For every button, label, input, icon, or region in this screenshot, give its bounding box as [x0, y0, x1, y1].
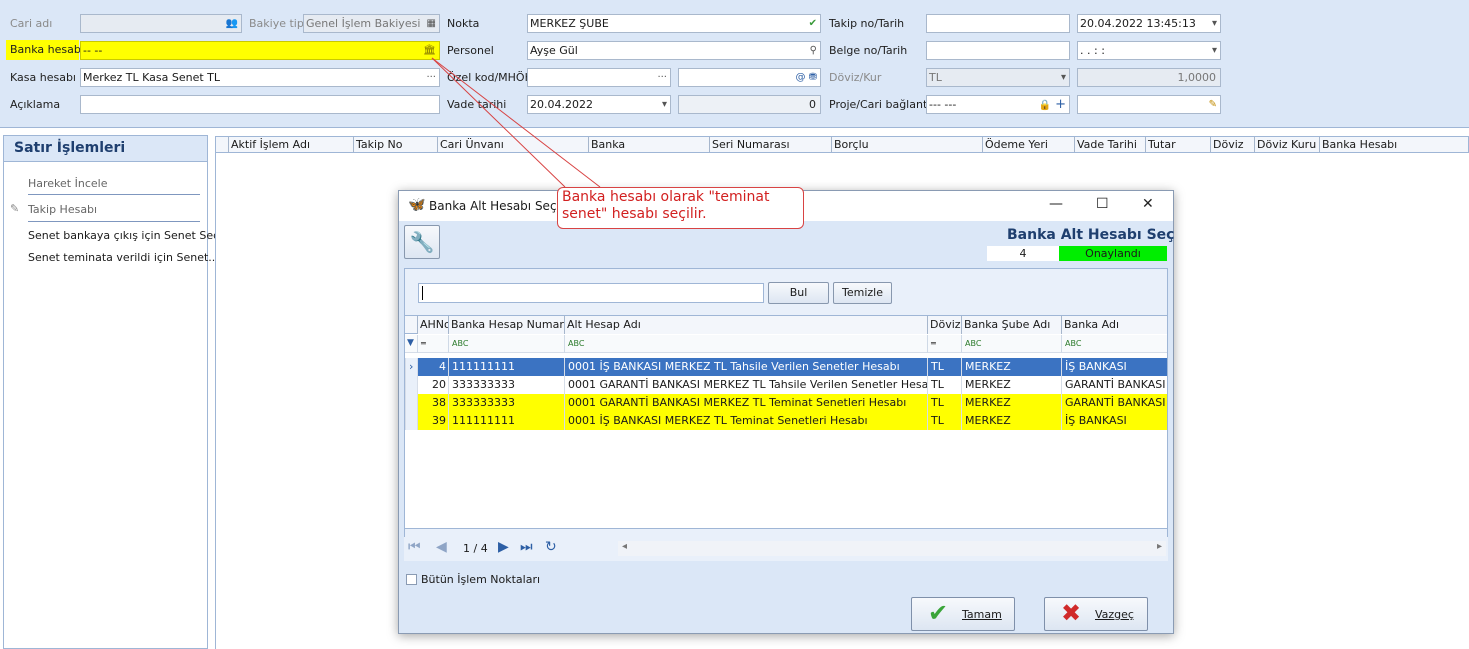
cell-doviz: TL — [927, 358, 962, 376]
pager-text: 1 / 4 — [463, 542, 488, 555]
dialog-header-title: Banka Alt Hesabı Seç — [1007, 227, 1175, 243]
row-indicator — [405, 412, 417, 430]
cell-sube: MERKEZ — [961, 412, 1062, 430]
prev-page-icon[interactable]: ◀ — [436, 539, 447, 555]
cell-doviz: TL — [927, 394, 962, 412]
next-page-icon[interactable]: ▶ — [498, 539, 509, 555]
cell-alt-hesap: 0001 GARANTİ BANKASI MERKEZ TL Teminat S… — [564, 394, 928, 412]
first-page-icon[interactable]: ⏮ — [408, 539, 421, 555]
table-row[interactable]: 38 333333333 0001 GARANTİ BANKASI MERKEZ… — [405, 394, 1167, 412]
col-doviz[interactable]: Döviz — [927, 316, 962, 334]
find-button[interactable]: Bul — [768, 282, 829, 304]
filter-text-icon[interactable]: ABC — [448, 335, 565, 353]
cell-ahno: 4 — [417, 358, 449, 376]
maximize-icon[interactable]: ☐ — [1096, 196, 1109, 212]
filter-icon[interactable]: ▼ — [407, 338, 414, 348]
cell-hesap-no: 333333333 — [448, 376, 565, 394]
col-banka-hesap-no[interactable]: Banka Hesap Numarası — [448, 316, 565, 334]
cell-banka: İŞ BANKASI — [1061, 412, 1167, 430]
cancel-button[interactable]: ✖ Vazgeç — [1044, 597, 1148, 631]
table-row[interactable]: › 4 111111111 0001 İŞ BANKASI MERKEZ TL … — [405, 358, 1167, 376]
cell-ahno: 38 — [417, 394, 449, 412]
all-points-checkbox[interactable] — [406, 574, 417, 585]
cell-ahno: 20 — [417, 376, 449, 394]
filter-text-icon[interactable]: ABC — [961, 335, 1062, 353]
sub-accounts-grid: AHNo Banka Hesap Numarası Alt Hesap Adı … — [404, 315, 1168, 529]
cell-doviz: TL — [927, 412, 962, 430]
filter-doviz[interactable]: ═ — [927, 335, 962, 353]
cell-ahno: 39 — [417, 412, 449, 430]
search-input[interactable] — [418, 283, 764, 303]
cell-sube: MERKEZ — [961, 394, 1062, 412]
filter-text-icon[interactable]: ABC — [564, 335, 928, 353]
cell-hesap-no: 111111111 — [448, 358, 565, 376]
row-indicator — [405, 376, 417, 394]
filter-ahno[interactable]: ═ — [417, 335, 449, 353]
cell-alt-hesap: 0001 İŞ BANKASI MERKEZ TL Teminat Senetl… — [564, 412, 928, 430]
minimize-icon[interactable]: — — [1049, 196, 1063, 212]
cell-banka: İŞ BANKASI — [1061, 358, 1167, 376]
refresh-icon[interactable]: ↻ — [545, 539, 557, 555]
col-sube-adi[interactable]: Banka Şube Adı — [961, 316, 1062, 334]
cell-doviz: TL — [927, 376, 962, 394]
last-page-icon[interactable]: ⏭ — [520, 539, 533, 555]
filter-text-icon[interactable]: ABC — [1061, 335, 1167, 353]
cancel-label: Vazgeç — [1095, 608, 1134, 621]
cell-banka: GARANTİ BANKASI — [1061, 376, 1167, 394]
cell-sube: MERKEZ — [961, 376, 1062, 394]
row-indicator-icon: › — [405, 358, 417, 376]
ok-label: Tamam — [962, 608, 1002, 621]
scroll-left-icon[interactable]: ◂ — [622, 541, 627, 552]
cross-icon: ✖ — [1061, 599, 1082, 627]
text-cursor — [422, 286, 423, 300]
table-row[interactable]: 20 333333333 0001 GARANTİ BANKASI MERKEZ… — [405, 376, 1167, 394]
col-alt-hesap-adi[interactable]: Alt Hesap Adı — [564, 316, 928, 334]
close-icon[interactable]: ✕ — [1142, 196, 1154, 212]
all-points-label: Bütün İşlem Noktaları — [421, 573, 541, 586]
col-ahno[interactable]: AHNo — [417, 316, 449, 334]
record-count: 4 — [987, 246, 1059, 261]
cell-banka: GARANTİ BANKASI — [1061, 394, 1167, 412]
cell-hesap-no: 333333333 — [448, 394, 565, 412]
annotation-callout: Banka hesabı olarak "teminat senet" hesa… — [557, 187, 804, 229]
cell-alt-hesap: 0001 GARANTİ BANKASI MERKEZ TL Tahsile V… — [564, 376, 928, 394]
horizontal-scrollbar[interactable]: ◂ ▸ — [618, 541, 1166, 556]
grid-navigator: ⏮ ◀ 1 / 4 ▶ ⏭ ↻ ◂ ▸ — [404, 537, 1168, 561]
row-indicator — [405, 394, 417, 412]
ok-button[interactable]: ✔ Tamam — [911, 597, 1015, 631]
dialog-title: Banka Alt Hesabı Seç — [429, 199, 557, 213]
scroll-right-icon[interactable]: ▸ — [1157, 541, 1162, 552]
cell-sube: MERKEZ — [961, 358, 1062, 376]
table-row[interactable]: 39 111111111 0001 İŞ BANKASI MERKEZ TL T… — [405, 412, 1167, 430]
cell-hesap-no: 111111111 — [448, 412, 565, 430]
butterfly-icon: 🦋 — [408, 197, 426, 213]
settings-wrench-icon[interactable]: 🔧 — [404, 225, 440, 259]
status-badge: Onaylandı — [1059, 246, 1167, 261]
checkmark-icon: ✔ — [928, 599, 949, 627]
banka-alt-hesap-dialog: 🦋 Banka Alt Hesabı Seç — ☐ ✕ 🔧 Banka Alt… — [398, 190, 1174, 634]
clear-button[interactable]: Temizle — [833, 282, 892, 304]
cell-alt-hesap: 0001 İŞ BANKASI MERKEZ TL Tahsile Verile… — [564, 358, 928, 376]
col-banka-adi[interactable]: Banka Adı — [1061, 316, 1167, 334]
